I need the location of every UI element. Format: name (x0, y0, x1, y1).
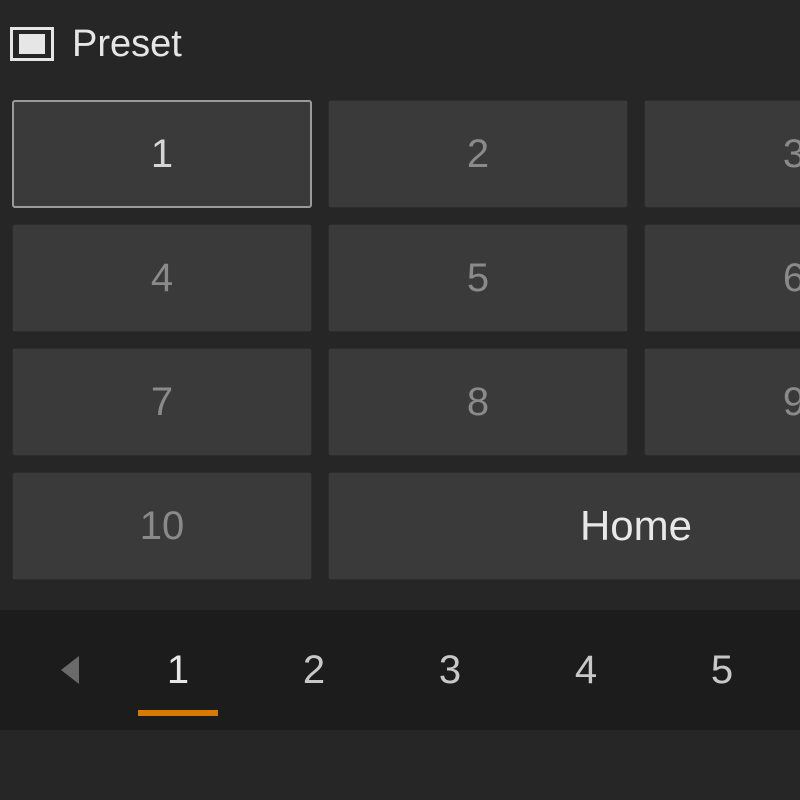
page-tab-3[interactable]: 3 (382, 620, 518, 720)
panel-footer (0, 730, 800, 800)
panel-header: Preset (0, 0, 800, 70)
preset-button-6[interactable]: 6 (644, 224, 800, 332)
preset-icon (10, 27, 54, 61)
page-tab-2[interactable]: 2 (246, 620, 382, 720)
page-tab-1[interactable]: 1 (110, 620, 246, 720)
preset-grid: 1 2 3 4 5 6 7 8 9 10 Home (12, 100, 800, 596)
preset-row: 4 5 6 (12, 224, 800, 332)
chevron-left-icon (61, 656, 79, 684)
page-tab-5[interactable]: 5 (654, 620, 790, 720)
preset-button-1[interactable]: 1 (12, 100, 312, 208)
preset-row: 1 2 3 (12, 100, 800, 208)
preset-button-5[interactable]: 5 (328, 224, 628, 332)
panel-title: Preset (72, 23, 182, 66)
home-button[interactable]: Home (328, 472, 800, 580)
preset-panel: Preset 1 2 3 4 5 6 7 8 9 10 Home 1 2 3 4… (0, 0, 800, 800)
preset-row: 7 8 9 (12, 348, 800, 456)
page-tab-4[interactable]: 4 (518, 620, 654, 720)
preset-button-2[interactable]: 2 (328, 100, 628, 208)
page-prev-button[interactable] (40, 640, 100, 700)
preset-button-3[interactable]: 3 (644, 100, 800, 208)
preset-button-8[interactable]: 8 (328, 348, 628, 456)
preset-row: 10 Home (12, 472, 800, 580)
preset-button-9[interactable]: 9 (644, 348, 800, 456)
preset-button-4[interactable]: 4 (12, 224, 312, 332)
preset-button-10[interactable]: 10 (12, 472, 312, 580)
preset-button-7[interactable]: 7 (12, 348, 312, 456)
page-tabs: 1 2 3 4 5 (0, 610, 800, 730)
